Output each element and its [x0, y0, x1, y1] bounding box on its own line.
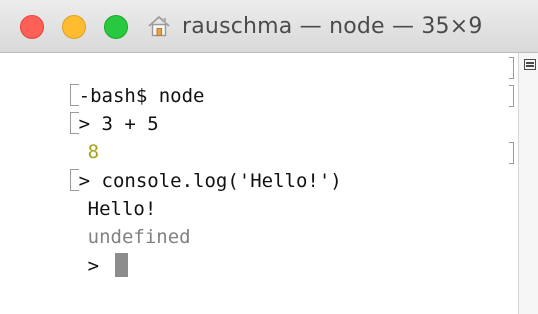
split-pane-icon[interactable] [524, 59, 536, 70]
terminal-line: undefined [0, 195, 518, 248]
terminal-line: > [0, 224, 518, 277]
terminal-prompt: > [87, 255, 111, 277]
maximize-button[interactable] [104, 15, 128, 39]
home-icon [148, 16, 170, 37]
minimize-button[interactable] [62, 15, 86, 39]
terminal-line: 8 [0, 110, 518, 163]
terminal-content[interactable]: -bash$ node > 3 + 5 8 > console.log('Hel… [0, 53, 518, 314]
title-bar[interactable]: rauschma — node — 35×9 [0, 0, 538, 53]
line-mark-bracket [509, 57, 514, 79]
scrollbar[interactable] [518, 53, 538, 314]
terminal-line: > 3 + 5 [0, 82, 518, 135]
text-cursor [114, 253, 128, 277]
window-title-group: rauschma — node — 35×9 [146, 10, 483, 42]
terminal-line: > console.log('Hello!') [0, 139, 518, 192]
terminal-line: Hello! [0, 167, 518, 220]
window-title: rauschma — node — 35×9 [182, 13, 483, 39]
close-button[interactable] [20, 15, 44, 39]
terminal-window: rauschma — node — 35×9 -bash$ node > 3 +… [0, 0, 538, 314]
terminal-line: -bash$ node [0, 54, 518, 107]
line-mark-bracket [509, 85, 514, 107]
line-mark-bracket [509, 142, 514, 164]
